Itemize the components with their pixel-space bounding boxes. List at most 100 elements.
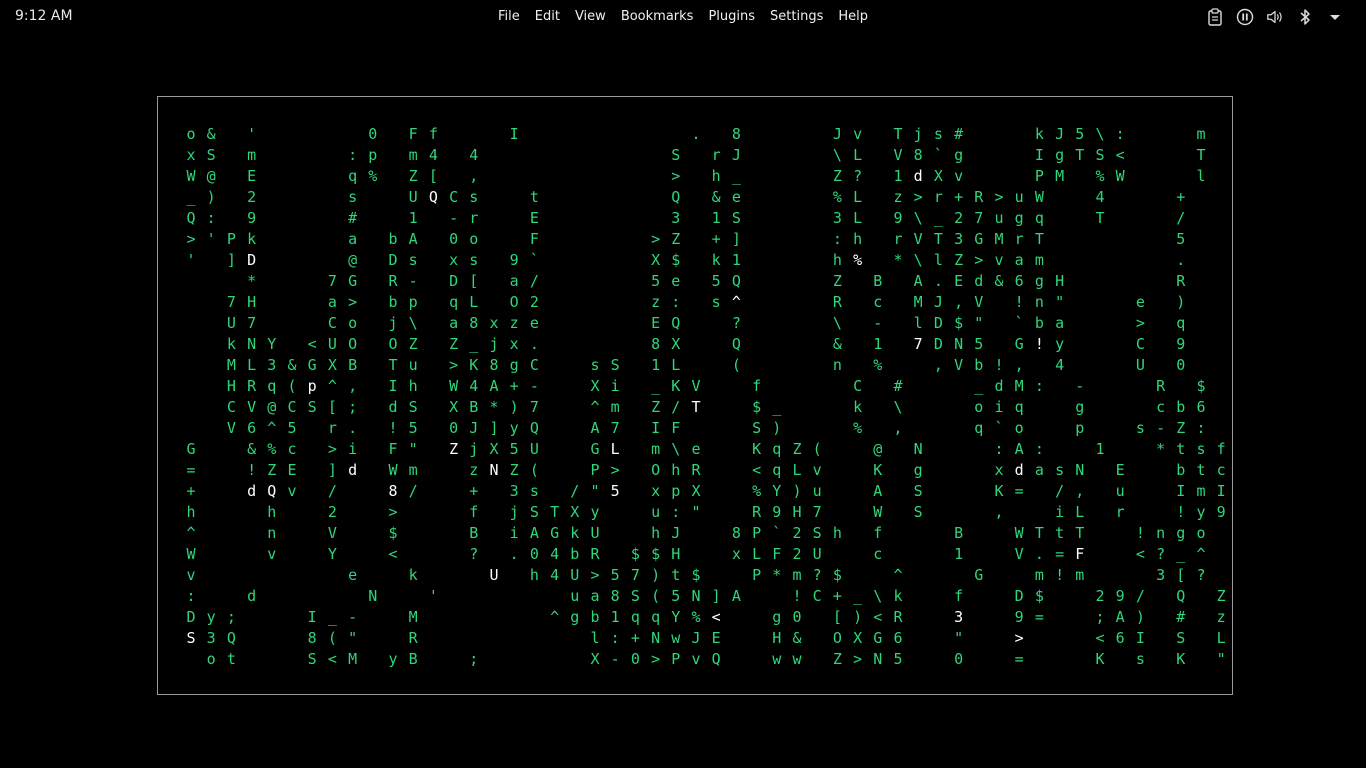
rain-char: v <box>186 566 195 584</box>
menu-view[interactable]: View <box>575 9 606 24</box>
rain-char: , <box>893 419 902 437</box>
rain-char: R <box>1176 272 1186 290</box>
rain-char: ( <box>813 440 822 458</box>
rain-char: # <box>954 125 963 143</box>
rain-char: 5 <box>651 272 660 290</box>
rain-char: ^ <box>328 377 337 395</box>
rain-char: > <box>449 356 458 374</box>
volume-icon[interactable] <box>1266 7 1284 27</box>
rain-char: I <box>1176 482 1185 500</box>
rain-char: X <box>691 482 700 500</box>
rain-char: ] <box>328 461 337 479</box>
rain-char: Z <box>409 335 418 353</box>
rain-char: M <box>409 608 418 626</box>
rain-char: ; <box>1095 608 1104 626</box>
rain-char: R <box>752 503 762 521</box>
menu-edit[interactable]: Edit <box>535 9 560 24</box>
menu-bar: File Edit View Bookmarks Plugins Setting… <box>0 9 1366 24</box>
rain-char: c <box>1217 461 1226 479</box>
rain-char: s <box>712 293 721 311</box>
rain-char: E <box>530 209 539 227</box>
dropdown-arrow-icon[interactable] <box>1326 7 1344 27</box>
rain-char: % <box>368 167 377 185</box>
rain-char: x <box>449 251 458 269</box>
rain-char: * <box>893 251 902 269</box>
rain-char: & <box>712 188 721 206</box>
rain-char: R <box>388 272 398 290</box>
rain-char: ? <box>469 545 478 563</box>
rain-char: 8 <box>732 125 741 143</box>
rain-char: # <box>893 377 902 395</box>
rain-char: ) <box>853 608 862 626</box>
clipboard-icon[interactable] <box>1206 7 1224 27</box>
rain-char: Z <box>651 398 660 416</box>
rain-char: 8 <box>914 146 923 164</box>
rain-char: b <box>974 356 983 374</box>
rain-char: R <box>409 629 419 647</box>
rain-char: ; <box>227 608 236 626</box>
rain-char: % <box>267 440 276 458</box>
rain-char: X <box>853 629 862 647</box>
menu-plugins[interactable]: Plugins <box>708 9 755 24</box>
menu-help[interactable]: Help <box>838 9 868 24</box>
rain-char: 7 <box>813 503 822 521</box>
rain-char: . <box>691 125 700 143</box>
rain-char: s <box>1055 461 1064 479</box>
rain-char: ) <box>510 398 519 416</box>
rain-char: j <box>388 314 397 332</box>
rain-char: + <box>1176 188 1185 206</box>
menu-file[interactable]: File <box>498 9 520 24</box>
rain-char: S <box>1176 629 1185 647</box>
rain-char: : <box>186 587 195 605</box>
rain-char: E <box>712 629 721 647</box>
rain-char: V <box>954 356 963 374</box>
rain-char: F <box>1075 545 1084 563</box>
rain-char: M <box>227 356 236 374</box>
rain-char: T <box>388 356 397 374</box>
rain-char: J <box>469 419 478 437</box>
rain-char: 7 <box>974 209 983 227</box>
rain-char: x <box>994 461 1003 479</box>
pause-icon[interactable] <box>1236 7 1254 27</box>
menu-bookmarks[interactable]: Bookmarks <box>621 9 694 24</box>
rain-char: a <box>328 293 337 311</box>
rain-char: S <box>914 503 923 521</box>
rain-char: F <box>388 440 397 458</box>
rain-char: 5 <box>712 272 721 290</box>
menu-settings[interactable]: Settings <box>770 9 823 24</box>
rain-char: R <box>974 188 984 206</box>
rain-char: ! <box>1035 335 1044 353</box>
rain-char: I <box>1035 146 1044 164</box>
rain-char: v <box>853 125 862 143</box>
rain-char: h <box>853 230 862 248</box>
rain-char: v <box>994 251 1003 269</box>
rain-char: H <box>772 629 781 647</box>
rain-char: k <box>409 566 418 584</box>
rain-char: ? <box>1196 566 1205 584</box>
rain-char: W <box>1035 188 1045 206</box>
clock[interactable]: 9:12 AM <box>15 8 73 24</box>
rain-char: ; <box>469 650 478 668</box>
terminal-window[interactable]: o & ' 0 Ff I. 8 Jv Tj s # k J 5 \: m x Sm: p m 4 4 Sr J \ L V 8 ` g Ig… <box>157 96 1233 695</box>
rain-char: G <box>186 440 195 458</box>
rain-char: W <box>186 167 196 185</box>
rain-char: U <box>489 566 498 584</box>
rain-char: ] <box>732 230 741 248</box>
rain-char: T <box>1035 524 1044 542</box>
rain-char: U <box>590 524 599 542</box>
rain-char: a <box>1015 251 1024 269</box>
rain-char: 3 <box>954 608 963 626</box>
rain-char: p <box>409 293 418 311</box>
rain-char: - <box>1075 377 1084 395</box>
rain-char: / <box>1055 482 1064 500</box>
rain-char: 2 <box>792 524 801 542</box>
rain-char: 9 <box>1116 587 1125 605</box>
bluetooth-icon[interactable] <box>1296 7 1314 27</box>
rain-char: G <box>974 230 983 248</box>
rain-char: K <box>873 461 882 479</box>
rain-char: ? <box>732 314 741 332</box>
rain-char: e <box>732 188 741 206</box>
rain-char: @ <box>207 167 216 185</box>
rain-char: k <box>227 335 236 353</box>
rain-char: ` <box>934 146 943 164</box>
